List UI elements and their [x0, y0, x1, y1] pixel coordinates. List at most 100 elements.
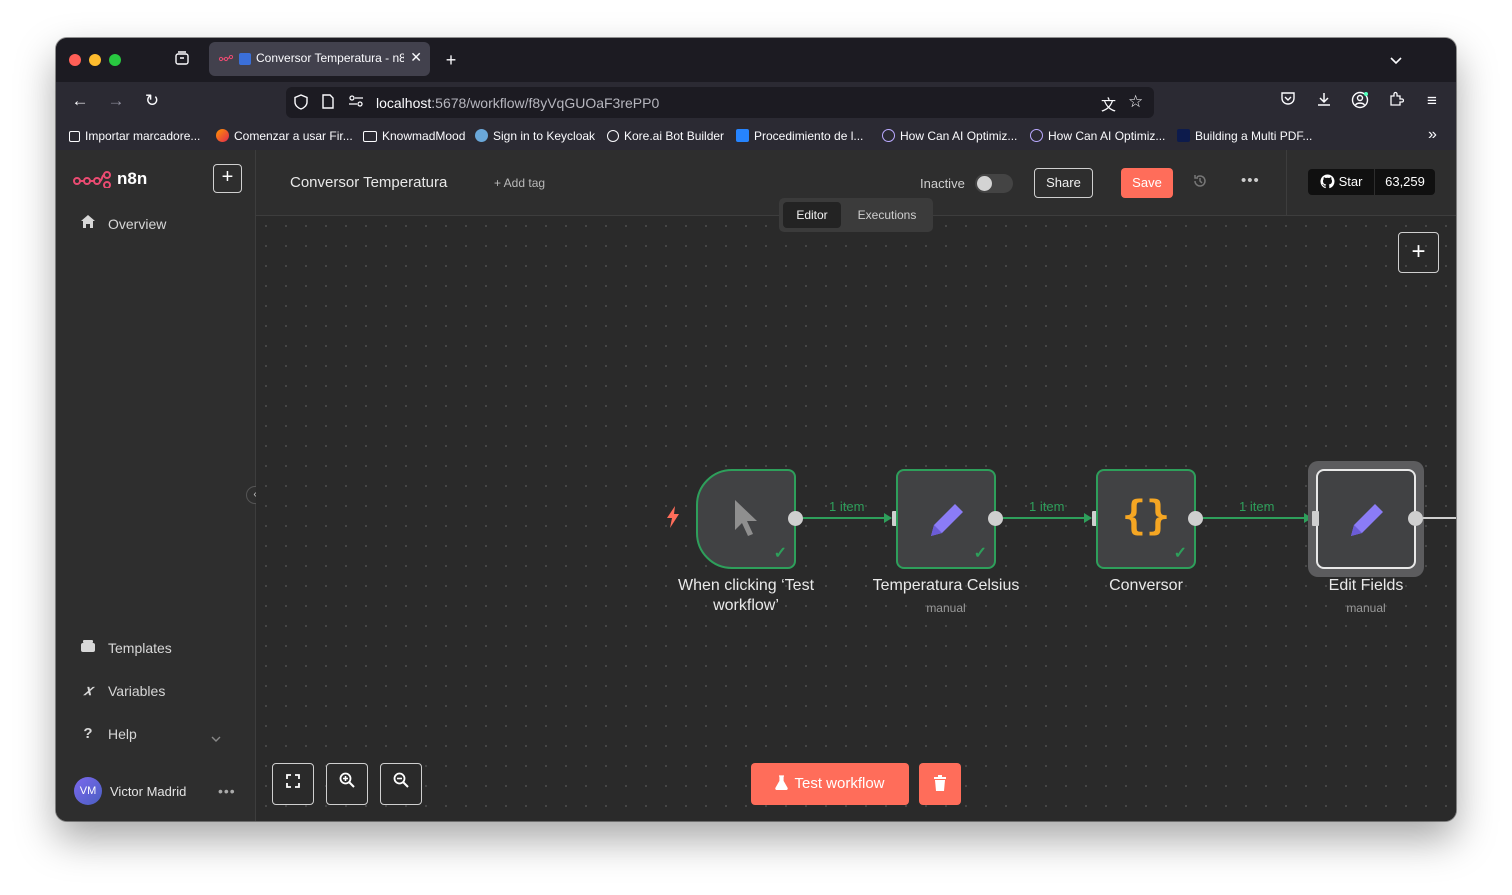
github-icon [1320, 172, 1335, 198]
n8n-favicon-icon [219, 55, 233, 62]
pencil-edit-icon [1351, 504, 1383, 536]
add-tag-button[interactable]: + Add tag [494, 176, 545, 190]
bookmark-item[interactable]: Building a Multi PDF... [1177, 129, 1312, 143]
bookmark-item[interactable]: Procedimiento de l... [736, 129, 863, 143]
url-bar[interactable]: localhost:5678/workflow/f8yVqGUOaF3rePP0… [286, 87, 1154, 118]
edge-item-count: 1 item [1029, 499, 1065, 514]
flask-icon [775, 765, 789, 807]
tab-editor[interactable]: Editor [783, 202, 841, 228]
header-divider [1286, 150, 1287, 216]
sidebar-item-label: Templates [108, 640, 172, 656]
node-edit-fields[interactable] [1316, 469, 1416, 569]
delete-button[interactable] [919, 763, 961, 805]
sidebar-item-help[interactable]: ? Help [80, 725, 136, 742]
downloads-icon[interactable] [1313, 91, 1335, 112]
add-node-button[interactable]: + [1398, 232, 1439, 273]
bookmark-item[interactable]: Comenzar a usar Fir... [216, 129, 353, 143]
bookmark-star-icon[interactable]: ☆ [1128, 92, 1143, 112]
new-tab-plus-icon[interactable]: + [441, 50, 461, 70]
create-button[interactable]: + [213, 164, 242, 193]
chevron-down-icon[interactable] [210, 730, 222, 748]
bookmark-item[interactable]: Sign in to Keycloak [475, 129, 595, 143]
node-subtitle: manual [926, 601, 966, 615]
tab-list-chevron-icon[interactable] [1386, 50, 1406, 70]
url-host: localhost [376, 95, 432, 111]
more-options-icon[interactable]: ••• [1241, 172, 1260, 189]
sidebar-item-overview[interactable]: Overview [80, 214, 166, 233]
node-label: Conversor [1109, 577, 1183, 594]
bookmark-item[interactable]: How Can AI Optimiz... [1030, 129, 1165, 143]
n8n-logo[interactable]: n8n [73, 169, 147, 189]
bookmark-item[interactable]: How Can AI Optimiz... [882, 129, 1017, 143]
zoom-window-button[interactable] [109, 54, 121, 66]
pencil-edit-icon [931, 504, 963, 536]
zoom-in-button[interactable] [326, 763, 368, 805]
minimize-window-button[interactable] [89, 54, 101, 66]
shield-icon[interactable] [294, 94, 308, 113]
success-check-icon: ✓ [1173, 545, 1187, 562]
workflow-title[interactable]: Conversor Temperatura [290, 174, 447, 191]
success-check-icon: ✓ [973, 545, 987, 562]
sidebar-item-variables[interactable]: 𝑥 Variables [80, 682, 166, 699]
connection-edge[interactable] [1003, 517, 1091, 519]
code-braces-icon: {} [1121, 493, 1171, 539]
browser-tab-active[interactable]: Conversor Temperatura - n8n ✕ [209, 42, 430, 76]
extensions-icon[interactable] [1385, 91, 1407, 112]
n8n-app: n8n + Overview Templates 𝑥 Variables ? H… [56, 150, 1456, 821]
active-toggle[interactable] [975, 174, 1013, 193]
reload-icon[interactable]: ↻ [141, 91, 163, 111]
tab-title: Conversor Temperatura - n8n [256, 51, 404, 65]
history-icon[interactable] [1192, 173, 1208, 193]
tab-manager-icon[interactable] [172, 50, 192, 71]
close-window-button[interactable] [69, 54, 81, 66]
sidebar-item-templates[interactable]: Templates [80, 639, 172, 657]
user-profile[interactable]: VM Victor Madrid [74, 777, 186, 805]
url-path: :5678/workflow/f8yVqGUOaF3rePP0 [431, 95, 660, 111]
bookmark-item[interactable]: KnowmadMood [363, 129, 465, 143]
node-manual-trigger[interactable]: ✓ [696, 469, 796, 569]
github-star-count[interactable]: 63,259 [1374, 169, 1435, 195]
input-port[interactable] [1312, 511, 1319, 526]
bookmark-item[interactable]: Kore.ai Bot Builder [607, 129, 724, 143]
tab-executions[interactable]: Executions [845, 202, 929, 228]
back-arrow-icon[interactable]: ← [69, 91, 91, 111]
url-text[interactable]: localhost:5678/workflow/f8yVqGUOaF3rePP0 [376, 95, 659, 111]
cursor-pointer-icon [735, 500, 757, 536]
output-port[interactable] [988, 511, 1003, 526]
account-icon[interactable] [1349, 91, 1371, 114]
forward-arrow-icon[interactable]: → [105, 91, 127, 111]
permissions-icon[interactable] [348, 94, 364, 111]
zoom-in-icon [339, 772, 355, 788]
tab-close-icon[interactable]: ✕ [410, 49, 422, 66]
output-port[interactable] [1188, 511, 1203, 526]
trigger-bolt-icon [666, 506, 680, 533]
node-conversor[interactable]: {} ✓ [1096, 469, 1196, 569]
pocket-icon[interactable] [1277, 91, 1299, 111]
success-check-icon: ✓ [773, 545, 787, 562]
output-port[interactable] [1408, 511, 1423, 526]
sidebar: n8n + Overview Templates 𝑥 Variables ? H… [56, 150, 256, 821]
bookmark-item[interactable]: Importar marcadore... [69, 129, 200, 143]
test-workflow-button[interactable]: Test workflow [751, 763, 909, 805]
connection-edge[interactable] [803, 517, 891, 519]
user-menu-more-icon[interactable]: ••• [218, 783, 236, 799]
output-port[interactable] [788, 511, 803, 526]
avatar: VM [74, 777, 102, 805]
import-icon [69, 131, 80, 142]
workflow-canvas[interactable]: + ✓ 1 item When clicking ‘Test workflow’… [256, 216, 1456, 821]
save-button[interactable]: Save [1121, 168, 1173, 198]
connection-edge[interactable] [1423, 517, 1456, 519]
node-subtitle: manual [1346, 601, 1386, 615]
node-temperatura-celsius[interactable]: ✓ [896, 469, 996, 569]
zoom-out-button[interactable] [380, 763, 422, 805]
bookmarks-overflow-chevron-icon[interactable]: » [1428, 126, 1437, 144]
keycloak-icon [475, 129, 488, 142]
bookmark-label: Procedimiento de l... [754, 129, 864, 143]
github-star-button[interactable]: Star [1308, 169, 1374, 195]
user-name: Victor Madrid [110, 783, 187, 799]
fit-view-button[interactable] [272, 763, 314, 805]
share-button[interactable]: Share [1034, 168, 1093, 198]
connection-edge[interactable] [1203, 517, 1311, 519]
menu-hamburger-icon[interactable]: ≡ [1421, 91, 1443, 111]
translate-icon[interactable]: 文 [1101, 94, 1116, 115]
